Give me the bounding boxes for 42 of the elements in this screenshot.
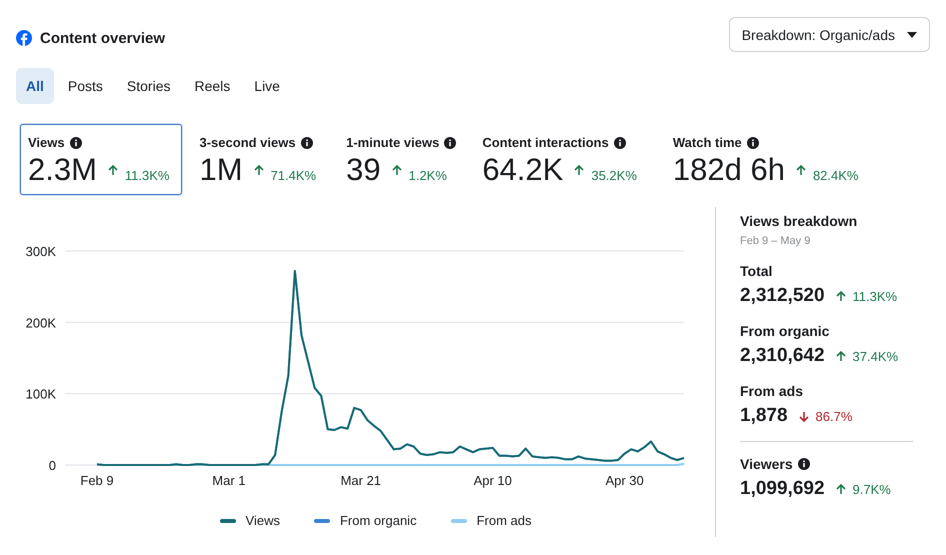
- legend-label: From organic: [340, 513, 417, 528]
- y-axis-label: 300K: [26, 244, 56, 259]
- breakdown-label: From ads: [740, 383, 804, 399]
- section-title: Content overview: [40, 30, 166, 46]
- metric-value: 182d 6h: [672, 152, 785, 188]
- change-percent: 1.2K%: [408, 168, 447, 183]
- metric-value: 2.3M: [28, 152, 97, 188]
- breakdown-label: From organic: [740, 323, 830, 339]
- metric-label: Watch time: [672, 135, 742, 150]
- change-percent: 37.4K%: [852, 348, 898, 364]
- panel-title: Views breakdown: [740, 213, 858, 229]
- metric-label: Content interactions: [482, 135, 609, 150]
- y-axis-label: 100K: [26, 386, 56, 402]
- breakdown-value: 2,310,642: [740, 345, 825, 367]
- change-percent: 82.4K%: [812, 168, 858, 183]
- metric-label: Views: [28, 135, 65, 150]
- metric-value: 64.2K: [482, 152, 564, 188]
- x-axis-label: Feb 9: [80, 473, 114, 488]
- metric-value: 1M: [200, 152, 243, 188]
- change-percent: 71.4K%: [270, 168, 316, 183]
- breakdown-label: Total: [740, 263, 772, 279]
- x-axis-label: Apr 30: [605, 473, 644, 488]
- change-percent: 35.2K%: [591, 168, 637, 183]
- metric-value: 39: [346, 152, 381, 188]
- change-percent: 11.3K%: [124, 168, 170, 183]
- breakdown-value: 1,099,692: [740, 478, 825, 500]
- breakdown-value: 1,878: [740, 405, 788, 427]
- y-axis-label: 0: [48, 458, 56, 473]
- breakdown-value: 2,312,520: [740, 285, 825, 307]
- x-axis-label: Mar 21: [340, 473, 382, 488]
- x-axis-label: Apr 10: [474, 473, 512, 488]
- metric-label: 1-minute views: [346, 135, 440, 150]
- legend-label: From ads: [476, 513, 532, 528]
- y-axis-label: 200K: [26, 315, 56, 330]
- change-percent: 11.3K%: [852, 288, 898, 304]
- x-axis-label: Mar 1: [212, 473, 246, 488]
- legend-label: Views: [246, 513, 280, 528]
- metric-label: 3-second views: [200, 135, 296, 150]
- change-percent: 9.7K%: [852, 482, 891, 496]
- breakdown-label: Viewers: [740, 456, 793, 472]
- date-range: Feb 9 – May 9: [740, 235, 812, 247]
- change-percent: 86.7%: [816, 408, 852, 424]
